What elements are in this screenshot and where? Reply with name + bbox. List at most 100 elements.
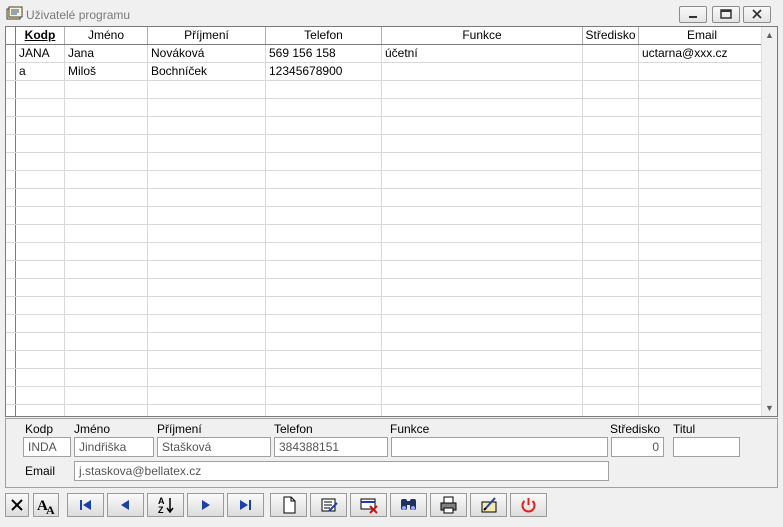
cell-prijmeni[interactable] [148, 189, 266, 206]
next-record-button[interactable] [187, 493, 224, 517]
cell-email[interactable]: uctarna@xxx.cz [639, 45, 766, 62]
cell-funkce[interactable] [382, 171, 583, 188]
column-header-stredisko[interactable]: Středisko [583, 27, 639, 44]
row-selector[interactable] [6, 153, 16, 170]
row-selector[interactable] [6, 333, 16, 350]
cell-email[interactable] [639, 261, 766, 278]
row-selector[interactable] [6, 207, 16, 224]
cell-kodp[interactable] [16, 315, 65, 332]
cell-prijmeni[interactable]: Bochníček [148, 63, 266, 80]
cell-funkce[interactable] [382, 405, 583, 416]
table-row[interactable] [6, 81, 766, 99]
table-row[interactable]: JANA Jana Nováková 569 156 158 účetní uctarna… [6, 45, 766, 63]
cell-funkce[interactable] [382, 81, 583, 98]
cell-funkce[interactable] [382, 225, 583, 242]
cell-kodp[interactable] [16, 243, 65, 260]
new-record-button[interactable] [270, 493, 307, 517]
cell-prijmeni[interactable] [148, 171, 266, 188]
sort-button[interactable]: A Z [147, 493, 184, 517]
funkce-field[interactable] [391, 437, 608, 457]
cell-stredisko[interactable] [583, 153, 639, 170]
cell-stredisko[interactable] [583, 297, 639, 314]
cell-kodp[interactable] [16, 225, 65, 242]
cell-telefon[interactable]: 12345678900 [266, 63, 382, 80]
minimize-button[interactable] [679, 6, 707, 23]
cell-email[interactable] [639, 315, 766, 332]
table-row[interactable] [6, 387, 766, 405]
cell-telefon[interactable] [266, 279, 382, 296]
cell-email[interactable] [639, 297, 766, 314]
cell-prijmeni[interactable] [148, 117, 266, 134]
cell-email[interactable] [639, 189, 766, 206]
cell-kodp[interactable] [16, 387, 65, 404]
cell-prijmeni[interactable] [148, 261, 266, 278]
cell-funkce[interactable] [382, 333, 583, 350]
cell-kodp[interactable] [16, 99, 65, 116]
email-field[interactable]: j.staskova@bellatex.cz [74, 461, 609, 481]
table-row[interactable] [6, 369, 766, 387]
column-header-jmeno[interactable]: Jméno [65, 27, 148, 44]
close-button[interactable] [743, 6, 771, 23]
cell-jmeno[interactable] [65, 279, 148, 296]
table-row[interactable] [6, 333, 766, 351]
cell-kodp[interactable] [16, 135, 65, 152]
table-row[interactable] [6, 243, 766, 261]
last-record-button[interactable] [227, 493, 264, 517]
cell-stredisko[interactable] [583, 189, 639, 206]
cell-funkce[interactable] [382, 243, 583, 260]
cell-prijmeni[interactable] [148, 135, 266, 152]
write-button[interactable] [470, 493, 507, 517]
cell-prijmeni[interactable] [148, 225, 266, 242]
cell-prijmeni[interactable] [148, 243, 266, 260]
column-header-prijmeni[interactable]: Příjmení [148, 27, 266, 44]
cell-email[interactable] [639, 81, 766, 98]
cell-email[interactable] [639, 153, 766, 170]
cell-stredisko[interactable] [583, 387, 639, 404]
cell-jmeno[interactable] [65, 207, 148, 224]
row-selector[interactable] [6, 387, 16, 404]
row-selector[interactable] [6, 135, 16, 152]
cell-jmeno[interactable] [65, 135, 148, 152]
cell-telefon[interactable] [266, 135, 382, 152]
cell-email[interactable] [639, 369, 766, 386]
cell-kodp[interactable] [16, 261, 65, 278]
cell-kodp[interactable] [16, 333, 65, 350]
cell-stredisko[interactable] [583, 279, 639, 296]
table-row[interactable] [6, 189, 766, 207]
cell-email[interactable] [639, 207, 766, 224]
cell-funkce[interactable] [382, 297, 583, 314]
cell-prijmeni[interactable] [148, 279, 266, 296]
cell-kodp[interactable]: JANA [16, 45, 65, 62]
find-button[interactable] [390, 493, 427, 517]
table-row[interactable] [6, 351, 766, 369]
cell-funkce[interactable] [382, 207, 583, 224]
cell-funkce[interactable] [382, 279, 583, 296]
cell-telefon[interactable] [266, 351, 382, 368]
cell-funkce[interactable] [382, 135, 583, 152]
cell-stredisko[interactable] [583, 45, 639, 62]
scroll-up-icon[interactable]: ▲ [764, 30, 775, 40]
exit-button[interactable] [510, 493, 547, 517]
column-header-kodp[interactable]: Kodp [16, 27, 65, 44]
cell-telefon[interactable] [266, 153, 382, 170]
cell-stredisko[interactable] [583, 63, 639, 80]
cell-telefon[interactable] [266, 225, 382, 242]
row-selector[interactable] [6, 63, 16, 80]
cell-funkce[interactable] [382, 369, 583, 386]
column-header-funkce[interactable]: Funkce [382, 27, 583, 44]
cell-stredisko[interactable] [583, 351, 639, 368]
cell-email[interactable] [639, 225, 766, 242]
cell-jmeno[interactable] [65, 333, 148, 350]
cell-jmeno[interactable] [65, 99, 148, 116]
row-selector[interactable] [6, 297, 16, 314]
cell-prijmeni[interactable] [148, 369, 266, 386]
cell-jmeno[interactable] [65, 261, 148, 278]
table-row[interactable] [6, 171, 766, 189]
cell-prijmeni[interactable] [148, 351, 266, 368]
cell-email[interactable] [639, 405, 766, 416]
previous-record-button[interactable] [107, 493, 144, 517]
cell-funkce[interactable] [382, 261, 583, 278]
cell-kodp[interactable] [16, 297, 65, 314]
cell-stredisko[interactable] [583, 117, 639, 134]
cell-funkce[interactable] [382, 117, 583, 134]
